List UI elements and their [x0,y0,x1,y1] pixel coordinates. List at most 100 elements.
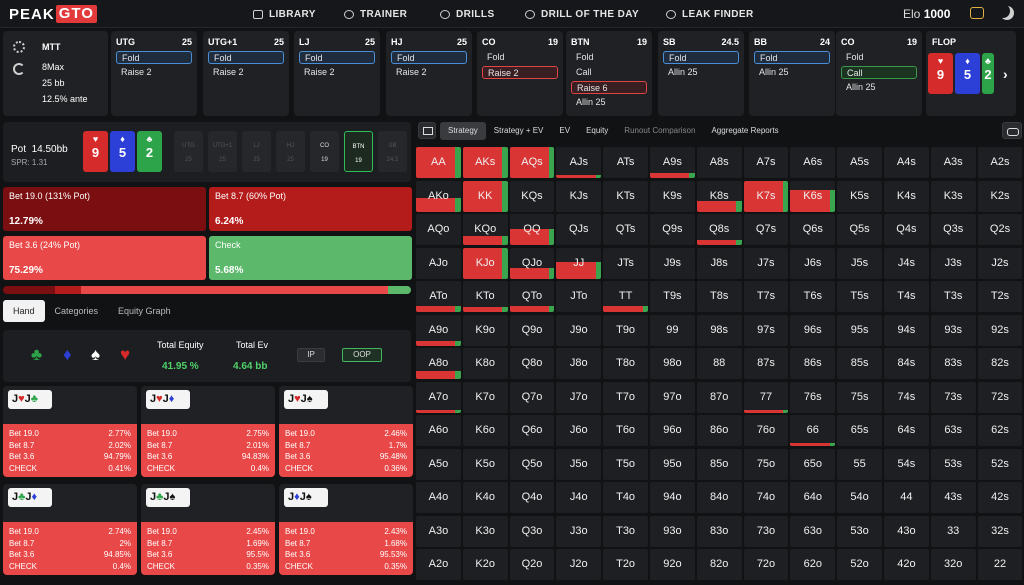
matrix-cell-92o[interactable]: 92o [650,549,695,580]
matrix-cell-q5o[interactable]: Q5o [509,448,555,480]
matrix-cell-63o[interactable]: 63o [790,515,836,547]
gamepad-icon[interactable] [1002,122,1022,139]
theme-moon-icon[interactable] [1000,6,1014,20]
seat-action[interactable]: Raise 2 [208,66,284,79]
matrix-cell-q6s[interactable]: Q6s [790,214,836,245]
seat-card-btn[interactable]: BTN 19 Fold Call Raise 6 Allin 25 [566,31,652,116]
matrix-cell-76s[interactable]: 76s [790,381,836,413]
seat-card-hj[interactable]: HJ 25 Fold Raise 2 [386,31,472,116]
matrix-cell-52s[interactable]: 52s [977,448,1023,480]
matrix-cell-k2o[interactable]: K2o [462,549,508,580]
matrix-cell-q4o[interactable]: Q4o [509,482,555,513]
matrix-cell-a6s[interactable]: A6s [790,147,836,178]
matrix-cell-74o[interactable]: 74o [743,482,789,513]
position-chip-sb[interactable]: SB 24.5 [378,131,407,172]
matrix-cell-75o[interactable]: 75o [743,448,789,480]
matrix-cell-53s[interactable]: 53s [930,448,976,480]
nav-drill-of-the-day[interactable]: DRILL OF THE DAY [525,0,639,28]
seat-action[interactable]: Raise 2 [482,66,558,79]
matrix-cell-98o[interactable]: 98o [650,348,695,379]
position-chip-btn[interactable]: BTN 19 [344,131,373,172]
matrix-cell-52o[interactable]: 52o [837,549,882,580]
seat-action[interactable]: Call [841,66,917,79]
matrix-cell-87o[interactable]: 87o [696,381,742,413]
matrix-cell-85s[interactable]: 85s [837,348,882,379]
matrix-cell-q7s[interactable]: Q7s [743,214,789,245]
matrix-cell-kjs[interactable]: KJs [556,180,602,212]
matrix-cell-73o[interactable]: 73o [743,515,789,547]
position-chip-utg[interactable]: UTG 25 [174,131,203,172]
matrix-cell-a9o[interactable]: A9o [416,314,461,346]
matrix-cell-85o[interactable]: 85o [696,448,742,480]
matrix-cell-q6o[interactable]: Q6o [509,415,555,446]
matrix-cell-k6s[interactable]: K6s [790,180,836,212]
matrix-cell-t9o[interactable]: T9o [603,314,648,346]
nav-trainer[interactable]: TRAINER [344,0,407,28]
matrix-cell-t8o[interactable]: T8o [603,348,648,379]
matrix-cell-t2s[interactable]: T2s [977,281,1023,312]
matrix-cell-j7s[interactable]: J7s [743,247,789,279]
ip-toggle[interactable]: IP [297,348,325,362]
matrix-cell-88[interactable]: 88 [696,348,742,379]
spade-suit-icon[interactable]: ♠ [91,346,100,364]
matrix-cell-63s[interactable]: 63s [930,415,976,446]
matrix-cell-a4o[interactable]: A4o [416,482,461,513]
matrix-cell-t3o[interactable]: T3o [603,515,648,547]
matrix-cell-kts[interactable]: KTs [603,180,648,212]
matrix-cell-54s[interactable]: 54s [884,448,929,480]
combo-card[interactable]: J♥J♦ Bet 19.0 2.75% Bet 8.7 2.01% Bet 3.6 94.8… [141,386,275,477]
matrix-cell-83o[interactable]: 83o [696,515,742,547]
matrix-cell-82o[interactable]: 82o [696,549,742,580]
matrix-cell-k9o[interactable]: K9o [462,314,508,346]
matrix-cell-a2o[interactable]: A2o [416,549,461,580]
matrix-cell-65s[interactable]: 65s [837,415,882,446]
matrix-cell-q9o[interactable]: Q9o [509,314,555,346]
matrix-cell-64o[interactable]: 64o [790,482,836,513]
matrix-cell-a5o[interactable]: A5o [416,448,461,480]
matrix-cell-k4s[interactable]: K4s [884,180,929,212]
matrix-cell-96o[interactable]: 96o [650,415,695,446]
strategy-bet-19[interactable]: Bet 19.0 (131% Pot) 12.79% [3,187,206,231]
seat-action[interactable]: Raise 6 [571,81,647,94]
table-view-icon[interactable] [418,122,436,139]
matrix-cell-k5o[interactable]: K5o [462,448,508,480]
matrix-cell-j9s[interactable]: J9s [650,247,695,279]
matrix-cell-t5o[interactable]: T5o [603,448,648,480]
seat-action[interactable]: Fold [841,51,917,64]
matrix-cell-93o[interactable]: 93o [650,515,695,547]
matrix-cell-ajs[interactable]: AJs [556,147,602,178]
matrix-cell-43o[interactable]: 43o [884,515,929,547]
matrix-cell-t3s[interactable]: T3s [930,281,976,312]
matrix-cell-j6o[interactable]: J6o [556,415,602,446]
logo[interactable]: PEAK GTO [9,4,97,24]
matrix-cell-t9s[interactable]: T9s [650,281,695,312]
matrix-cell-j4s[interactable]: J4s [884,247,929,279]
seat-card-utg[interactable]: UTG 25 Fold Raise 2 [111,31,197,116]
seat-action[interactable]: Fold [754,51,830,64]
matrix-cell-tt[interactable]: TT [603,281,648,312]
matrix-cell-j8o[interactable]: J8o [556,348,602,379]
matrix-cell-j7o[interactable]: J7o [556,381,602,413]
matrix-cell-ajo[interactable]: AJo [416,247,461,279]
matrix-cell-32o[interactable]: 32o [930,549,976,580]
matrix-cell-44[interactable]: 44 [884,482,929,513]
tab-equity-graph[interactable]: Equity Graph [108,300,181,322]
nav-drills[interactable]: DRILLS [440,0,495,28]
matrix-cell-qjs[interactable]: QJs [556,214,602,245]
matrix-cell-j3o[interactable]: J3o [556,515,602,547]
matrix-cell-a8s[interactable]: A8s [696,147,742,178]
matrix-cell-77[interactable]: 77 [743,381,789,413]
matrix-cell-83s[interactable]: 83s [930,348,976,379]
seat-action[interactable]: Allin 25 [841,81,917,94]
matrix-cell-65o[interactable]: 65o [790,448,836,480]
matrix-cell-t7o[interactable]: T7o [603,381,648,413]
matrix-cell-aqo[interactable]: AQo [416,214,461,245]
matrix-cell-qto[interactable]: QTo [509,281,555,312]
seat-action[interactable]: Allin 25 [663,66,739,79]
matrix-cell-t7s[interactable]: T7s [743,281,789,312]
matrix-cell-a7s[interactable]: A7s [743,147,789,178]
matrix-cell-q4s[interactable]: Q4s [884,214,929,245]
matrix-cell-t4o[interactable]: T4o [603,482,648,513]
matrix-cell-72o[interactable]: 72o [743,549,789,580]
matrix-cell-33[interactable]: 33 [930,515,976,547]
